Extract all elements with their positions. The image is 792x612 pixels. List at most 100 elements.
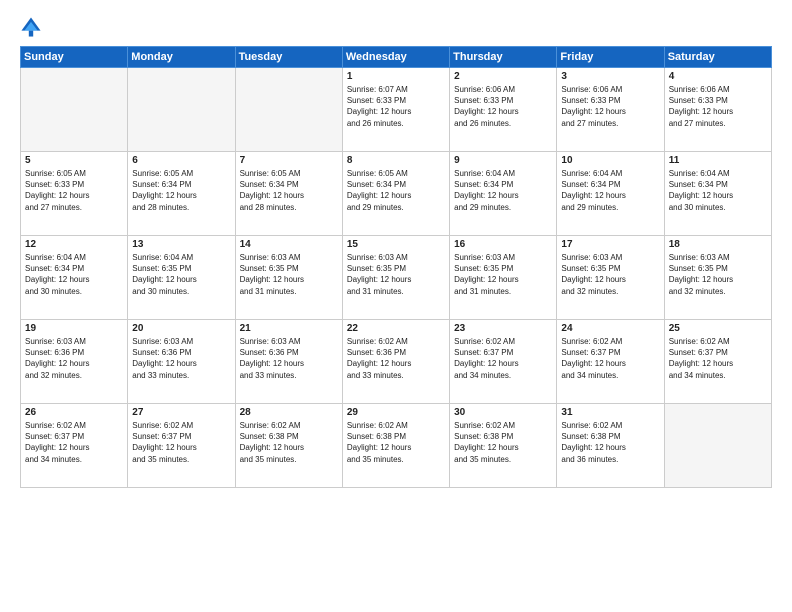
day-info: Sunrise: 6:06 AM Sunset: 6:33 PM Dayligh… [454, 84, 552, 129]
day-info: Sunrise: 6:07 AM Sunset: 6:33 PM Dayligh… [347, 84, 445, 129]
day-cell-28: 28 Sunrise: 6:02 AM Sunset: 6:38 PM Dayli… [235, 404, 342, 488]
day-cell-1: 1Sunrise: 6:07 AM Sunset: 6:33 PM Daylig… [342, 68, 449, 152]
day-number: 17 [561, 239, 659, 250]
day-cell-7: 7 Sunrise: 6:05 AM Sunset: 6:34 PM Daylig… [235, 152, 342, 236]
week-row-5: 26 Sunrise: 6:02 AM Sunset: 6:37 PM Dayli… [21, 404, 772, 488]
day-number: 11 [669, 155, 767, 166]
day-number: 7 [240, 155, 338, 166]
header-day-tuesday: Tuesday [235, 47, 342, 68]
day-number: 18 [669, 239, 767, 250]
week-row-2: 5 Sunrise: 6:05 AM Sunset: 6:33 PM Daylig… [21, 152, 772, 236]
day-info: Sunrise: 6:05 AM Sunset: 6:33 PM Dayligh… [25, 168, 123, 213]
day-info: Sunrise: 6:02 AM Sunset: 6:37 PM Dayligh… [561, 336, 659, 381]
day-cell-2: 2 Sunrise: 6:06 AM Sunset: 6:33 PM Daylig… [450, 68, 557, 152]
week-row-3: 12 Sunrise: 6:04 AM Sunset: 6:34 PM Dayli… [21, 236, 772, 320]
day-cell-3: 3 Sunrise: 6:06 AM Sunset: 6:33 PM Daylig… [557, 68, 664, 152]
day-number: 20 [132, 323, 230, 334]
day-info: Sunrise: 6:04 AM Sunset: 6:34 PM Dayligh… [561, 168, 659, 213]
day-number: 26 [25, 407, 123, 418]
day-number: 3 [561, 71, 659, 82]
header [20, 16, 772, 38]
day-info: Sunrise: 6:03 AM Sunset: 6:35 PM Dayligh… [669, 252, 767, 297]
day-number: 21 [240, 323, 338, 334]
day-cell-19: 19Sunrise: 6:03 AM Sunset: 6:36 PM Dayli… [21, 320, 128, 404]
day-info: Sunrise: 6:06 AM Sunset: 6:33 PM Dayligh… [561, 84, 659, 129]
logo-icon [20, 16, 42, 38]
empty-cell [235, 68, 342, 152]
day-cell-14: 14 Sunrise: 6:03 AM Sunset: 6:35 PM Dayli… [235, 236, 342, 320]
day-info: Sunrise: 6:02 AM Sunset: 6:37 PM Dayligh… [669, 336, 767, 381]
day-info: Sunrise: 6:02 AM Sunset: 6:38 PM Dayligh… [561, 420, 659, 465]
day-cell-25: 25 Sunrise: 6:02 AM Sunset: 6:37 PM Dayli… [664, 320, 771, 404]
day-cell-27: 27 Sunrise: 6:02 AM Sunset: 6:37 PM Dayli… [128, 404, 235, 488]
day-number: 4 [669, 71, 767, 82]
day-number: 8 [347, 155, 445, 166]
day-info: Sunrise: 6:02 AM Sunset: 6:38 PM Dayligh… [240, 420, 338, 465]
day-cell-15: 15Sunrise: 6:03 AM Sunset: 6:35 PM Dayli… [342, 236, 449, 320]
day-number: 24 [561, 323, 659, 334]
day-number: 12 [25, 239, 123, 250]
day-info: Sunrise: 6:03 AM Sunset: 6:35 PM Dayligh… [561, 252, 659, 297]
header-day-monday: Monday [128, 47, 235, 68]
day-cell-18: 18 Sunrise: 6:03 AM Sunset: 6:35 PM Dayli… [664, 236, 771, 320]
day-info: Sunrise: 6:05 AM Sunset: 6:34 PM Dayligh… [240, 168, 338, 213]
day-cell-21: 21 Sunrise: 6:03 AM Sunset: 6:36 PM Dayli… [235, 320, 342, 404]
day-cell-30: 30 Sunrise: 6:02 AM Sunset: 6:38 PM Dayli… [450, 404, 557, 488]
day-info: Sunrise: 6:05 AM Sunset: 6:34 PM Dayligh… [132, 168, 230, 213]
day-info: Sunrise: 6:03 AM Sunset: 6:36 PM Dayligh… [132, 336, 230, 381]
day-cell-29: 29 Sunrise: 6:02 AM Sunset: 6:38 PM Dayli… [342, 404, 449, 488]
day-number: 30 [454, 407, 552, 418]
day-number: 28 [240, 407, 338, 418]
logo [20, 16, 46, 38]
calendar-header: SundayMondayTuesdayWednesdayThursdayFrid… [21, 47, 772, 68]
day-number: 5 [25, 155, 123, 166]
day-number: 2 [454, 71, 552, 82]
day-cell-6: 6Sunrise: 6:05 AM Sunset: 6:34 PM Daylig… [128, 152, 235, 236]
empty-cell [128, 68, 235, 152]
day-number: 10 [561, 155, 659, 166]
day-cell-8: 8Sunrise: 6:05 AM Sunset: 6:34 PM Daylig… [342, 152, 449, 236]
day-info: Sunrise: 6:02 AM Sunset: 6:38 PM Dayligh… [454, 420, 552, 465]
day-cell-16: 16 Sunrise: 6:03 AM Sunset: 6:35 PM Dayli… [450, 236, 557, 320]
day-info: Sunrise: 6:04 AM Sunset: 6:34 PM Dayligh… [454, 168, 552, 213]
day-info: Sunrise: 6:03 AM Sunset: 6:35 PM Dayligh… [454, 252, 552, 297]
day-number: 25 [669, 323, 767, 334]
header-day-sunday: Sunday [21, 47, 128, 68]
day-cell-5: 5 Sunrise: 6:05 AM Sunset: 6:33 PM Daylig… [21, 152, 128, 236]
day-cell-13: 13 Sunrise: 6:04 AM Sunset: 6:35 PM Dayli… [128, 236, 235, 320]
day-info: Sunrise: 6:04 AM Sunset: 6:34 PM Dayligh… [25, 252, 123, 297]
calendar-page: SundayMondayTuesdayWednesdayThursdayFrid… [0, 0, 792, 612]
empty-cell [21, 68, 128, 152]
day-cell-11: 11 Sunrise: 6:04 AM Sunset: 6:34 PM Dayli… [664, 152, 771, 236]
day-cell-4: 4Sunrise: 6:06 AM Sunset: 6:33 PM Daylig… [664, 68, 771, 152]
week-row-1: 1Sunrise: 6:07 AM Sunset: 6:33 PM Daylig… [21, 68, 772, 152]
day-info: Sunrise: 6:04 AM Sunset: 6:35 PM Dayligh… [132, 252, 230, 297]
day-number: 22 [347, 323, 445, 334]
day-info: Sunrise: 6:03 AM Sunset: 6:35 PM Dayligh… [240, 252, 338, 297]
day-number: 29 [347, 407, 445, 418]
header-day-saturday: Saturday [664, 47, 771, 68]
header-row: SundayMondayTuesdayWednesdayThursdayFrid… [21, 47, 772, 68]
day-info: Sunrise: 6:04 AM Sunset: 6:34 PM Dayligh… [669, 168, 767, 213]
day-number: 9 [454, 155, 552, 166]
day-number: 13 [132, 239, 230, 250]
calendar-table: SundayMondayTuesdayWednesdayThursdayFrid… [20, 46, 772, 488]
day-number: 31 [561, 407, 659, 418]
day-info: Sunrise: 6:03 AM Sunset: 6:36 PM Dayligh… [240, 336, 338, 381]
day-cell-17: 17 Sunrise: 6:03 AM Sunset: 6:35 PM Dayli… [557, 236, 664, 320]
day-number: 16 [454, 239, 552, 250]
day-cell-31: 31 Sunrise: 6:02 AM Sunset: 6:38 PM Dayli… [557, 404, 664, 488]
day-info: Sunrise: 6:02 AM Sunset: 6:37 PM Dayligh… [132, 420, 230, 465]
day-info: Sunrise: 6:02 AM Sunset: 6:36 PM Dayligh… [347, 336, 445, 381]
week-row-4: 19Sunrise: 6:03 AM Sunset: 6:36 PM Dayli… [21, 320, 772, 404]
day-number: 14 [240, 239, 338, 250]
day-cell-24: 24 Sunrise: 6:02 AM Sunset: 6:37 PM Dayli… [557, 320, 664, 404]
calendar-body: 1Sunrise: 6:07 AM Sunset: 6:33 PM Daylig… [21, 68, 772, 488]
day-info: Sunrise: 6:02 AM Sunset: 6:38 PM Dayligh… [347, 420, 445, 465]
day-number: 27 [132, 407, 230, 418]
day-cell-12: 12 Sunrise: 6:04 AM Sunset: 6:34 PM Dayli… [21, 236, 128, 320]
day-number: 15 [347, 239, 445, 250]
header-day-friday: Friday [557, 47, 664, 68]
day-cell-10: 10 Sunrise: 6:04 AM Sunset: 6:34 PM Dayli… [557, 152, 664, 236]
day-info: Sunrise: 6:03 AM Sunset: 6:36 PM Dayligh… [25, 336, 123, 381]
